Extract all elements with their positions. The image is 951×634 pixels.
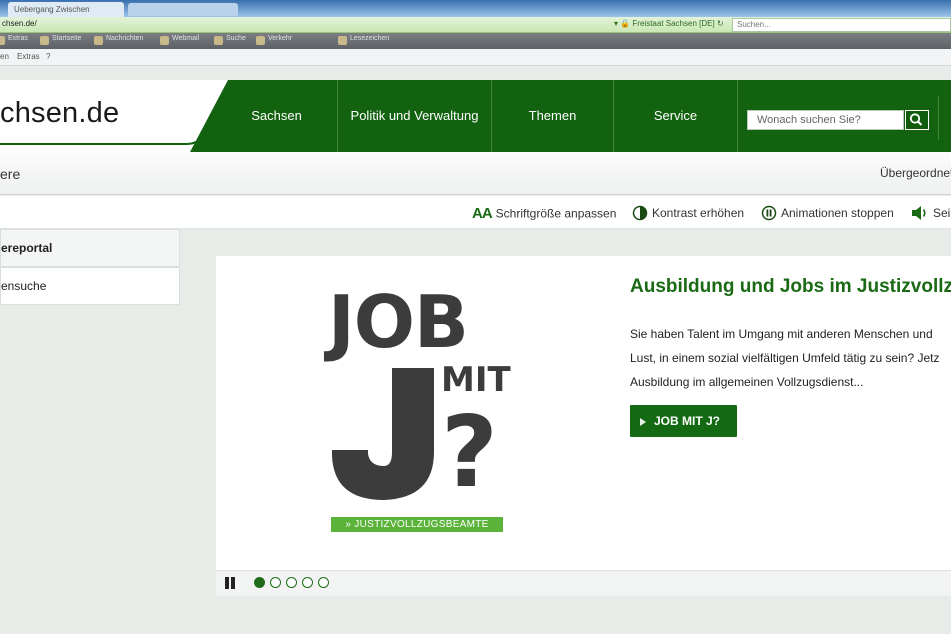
- font-size-icon: AA: [472, 205, 493, 222]
- slide-headline[interactable]: Ausbildung und Jobs im Justizvollz: [630, 276, 951, 298]
- nav-item-service[interactable]: Service: [614, 80, 738, 152]
- reload-icon[interactable]: ↻: [715, 19, 724, 28]
- teaser-line: Sie haben Talent im Umgang mit anderen M…: [630, 327, 933, 341]
- pause-circle-icon: [761, 205, 777, 221]
- parent-link[interactable]: Übergeordnet: [880, 166, 951, 180]
- menu-item-extras[interactable]: Extras: [17, 52, 40, 61]
- favorites-bar: Extras Startseite Nachrichten Webmail Su…: [0, 33, 951, 49]
- breadcrumb-bar: ere Übergeordnet: [0, 152, 951, 195]
- read-aloud-label: Sei: [933, 206, 951, 220]
- favorite-item[interactable]: Webmail: [160, 35, 199, 47]
- favorite-item[interactable]: Lesezeichen: [338, 35, 389, 47]
- nav-item-politik[interactable]: Politik und Verwaltung: [338, 80, 492, 152]
- contrast-label: Kontrast erhöhen: [652, 206, 745, 220]
- browser-tabbar: Uebergang Zwischen: [0, 0, 951, 17]
- contrast-button[interactable]: Kontrast erhöhen: [632, 205, 744, 221]
- browser-window: Uebergang Zwischen chsen.de/ ▾ 🔒 Freista…: [0, 0, 951, 634]
- teaser-line: Ausbildung im allgemeinen Vollzugsdienst…: [630, 375, 864, 389]
- slider-dot[interactable]: [302, 577, 313, 588]
- accessibility-toolbar: AA Schriftgröße anpassen Kontrast erhöhen…: [0, 196, 951, 229]
- browser-tab-active[interactable]: Uebergang Zwischen: [8, 2, 124, 17]
- job-graphic-tagline: » JUSTIZVOLLZUGSBEAMTE: [331, 517, 503, 532]
- nav-item-themen[interactable]: Themen: [492, 80, 614, 152]
- lock-icon: ▾ 🔒: [614, 19, 633, 28]
- site-search-input[interactable]: Wonach suchen Sie?: [747, 110, 904, 130]
- speaker-icon: [912, 206, 926, 220]
- breadcrumb-current: ere: [0, 166, 21, 182]
- font-size-button[interactable]: AA Schriftgröße anpassen: [472, 205, 617, 222]
- animations-button[interactable]: Animationen stoppen: [761, 205, 894, 221]
- contrast-icon: [632, 205, 648, 221]
- slider-dot[interactable]: [254, 577, 265, 588]
- browser-search-input[interactable]: Suchen...: [732, 18, 951, 32]
- job-graphic-j: [332, 368, 434, 500]
- search-icon: [909, 113, 923, 126]
- read-aloud-button[interactable]: Sei: [911, 205, 950, 221]
- slide-teaser: Sie haben Talent im Umgang mit anderen M…: [630, 322, 951, 394]
- favorite-item[interactable]: Nachrichten: [94, 35, 143, 47]
- font-size-label: Schriftgröße anpassen: [495, 206, 617, 221]
- slider-dot[interactable]: [270, 577, 281, 588]
- teaser-slider: [216, 256, 951, 570]
- sidebar-item-search[interactable]: ensuche: [0, 267, 180, 305]
- sidebar-item-label: ensuche: [1, 279, 47, 293]
- menu-item[interactable]: en: [0, 52, 9, 61]
- play-icon: [640, 417, 646, 426]
- cta-label: JOB MIT J?: [654, 414, 721, 428]
- teaser-line: Lust, in einem sozial vielfältigen Umfel…: [630, 351, 940, 365]
- menu-bar: en Extras ?: [0, 49, 951, 66]
- address-bar[interactable]: chsen.de/ ▾ 🔒 Freistaat Sachsen [DE] ↻ S…: [0, 17, 951, 33]
- header-divider: [938, 96, 939, 140]
- nav-item-sachsen[interactable]: Sachsen: [216, 80, 338, 152]
- animations-label: Animationen stoppen: [781, 206, 894, 220]
- sidebar-item-portal[interactable]: ereportal: [0, 229, 180, 267]
- ssl-identity[interactable]: ▾ 🔒 Freistaat Sachsen [DE] ↻: [614, 19, 724, 31]
- favorite-item[interactable]: Suche: [214, 35, 246, 47]
- site-logo[interactable]: chsen.de: [0, 97, 119, 130]
- slider-dot[interactable]: [286, 577, 297, 588]
- favorite-item[interactable]: Verkehr: [256, 35, 292, 47]
- favorite-item[interactable]: Startseite: [40, 35, 82, 47]
- sidebar-item-label: ereportal: [1, 241, 53, 255]
- job-cta-button[interactable]: JOB MIT J?: [630, 405, 737, 437]
- favorite-item[interactable]: Extras: [0, 35, 28, 47]
- url-field[interactable]: chsen.de/: [0, 19, 610, 31]
- ssl-label: Freistaat Sachsen [DE]: [632, 19, 715, 28]
- slider-pause-button[interactable]: [224, 577, 236, 589]
- menu-item-help[interactable]: ?: [46, 52, 50, 61]
- job-graphic-mit: MIT: [441, 360, 511, 400]
- slider-dot[interactable]: [318, 577, 329, 588]
- job-graphic-question: ?: [441, 396, 498, 510]
- job-graphic-word: JOB: [328, 280, 469, 364]
- slider-controls: [216, 570, 951, 596]
- site-search-button[interactable]: [905, 110, 929, 130]
- browser-tab-inactive[interactable]: [128, 3, 238, 16]
